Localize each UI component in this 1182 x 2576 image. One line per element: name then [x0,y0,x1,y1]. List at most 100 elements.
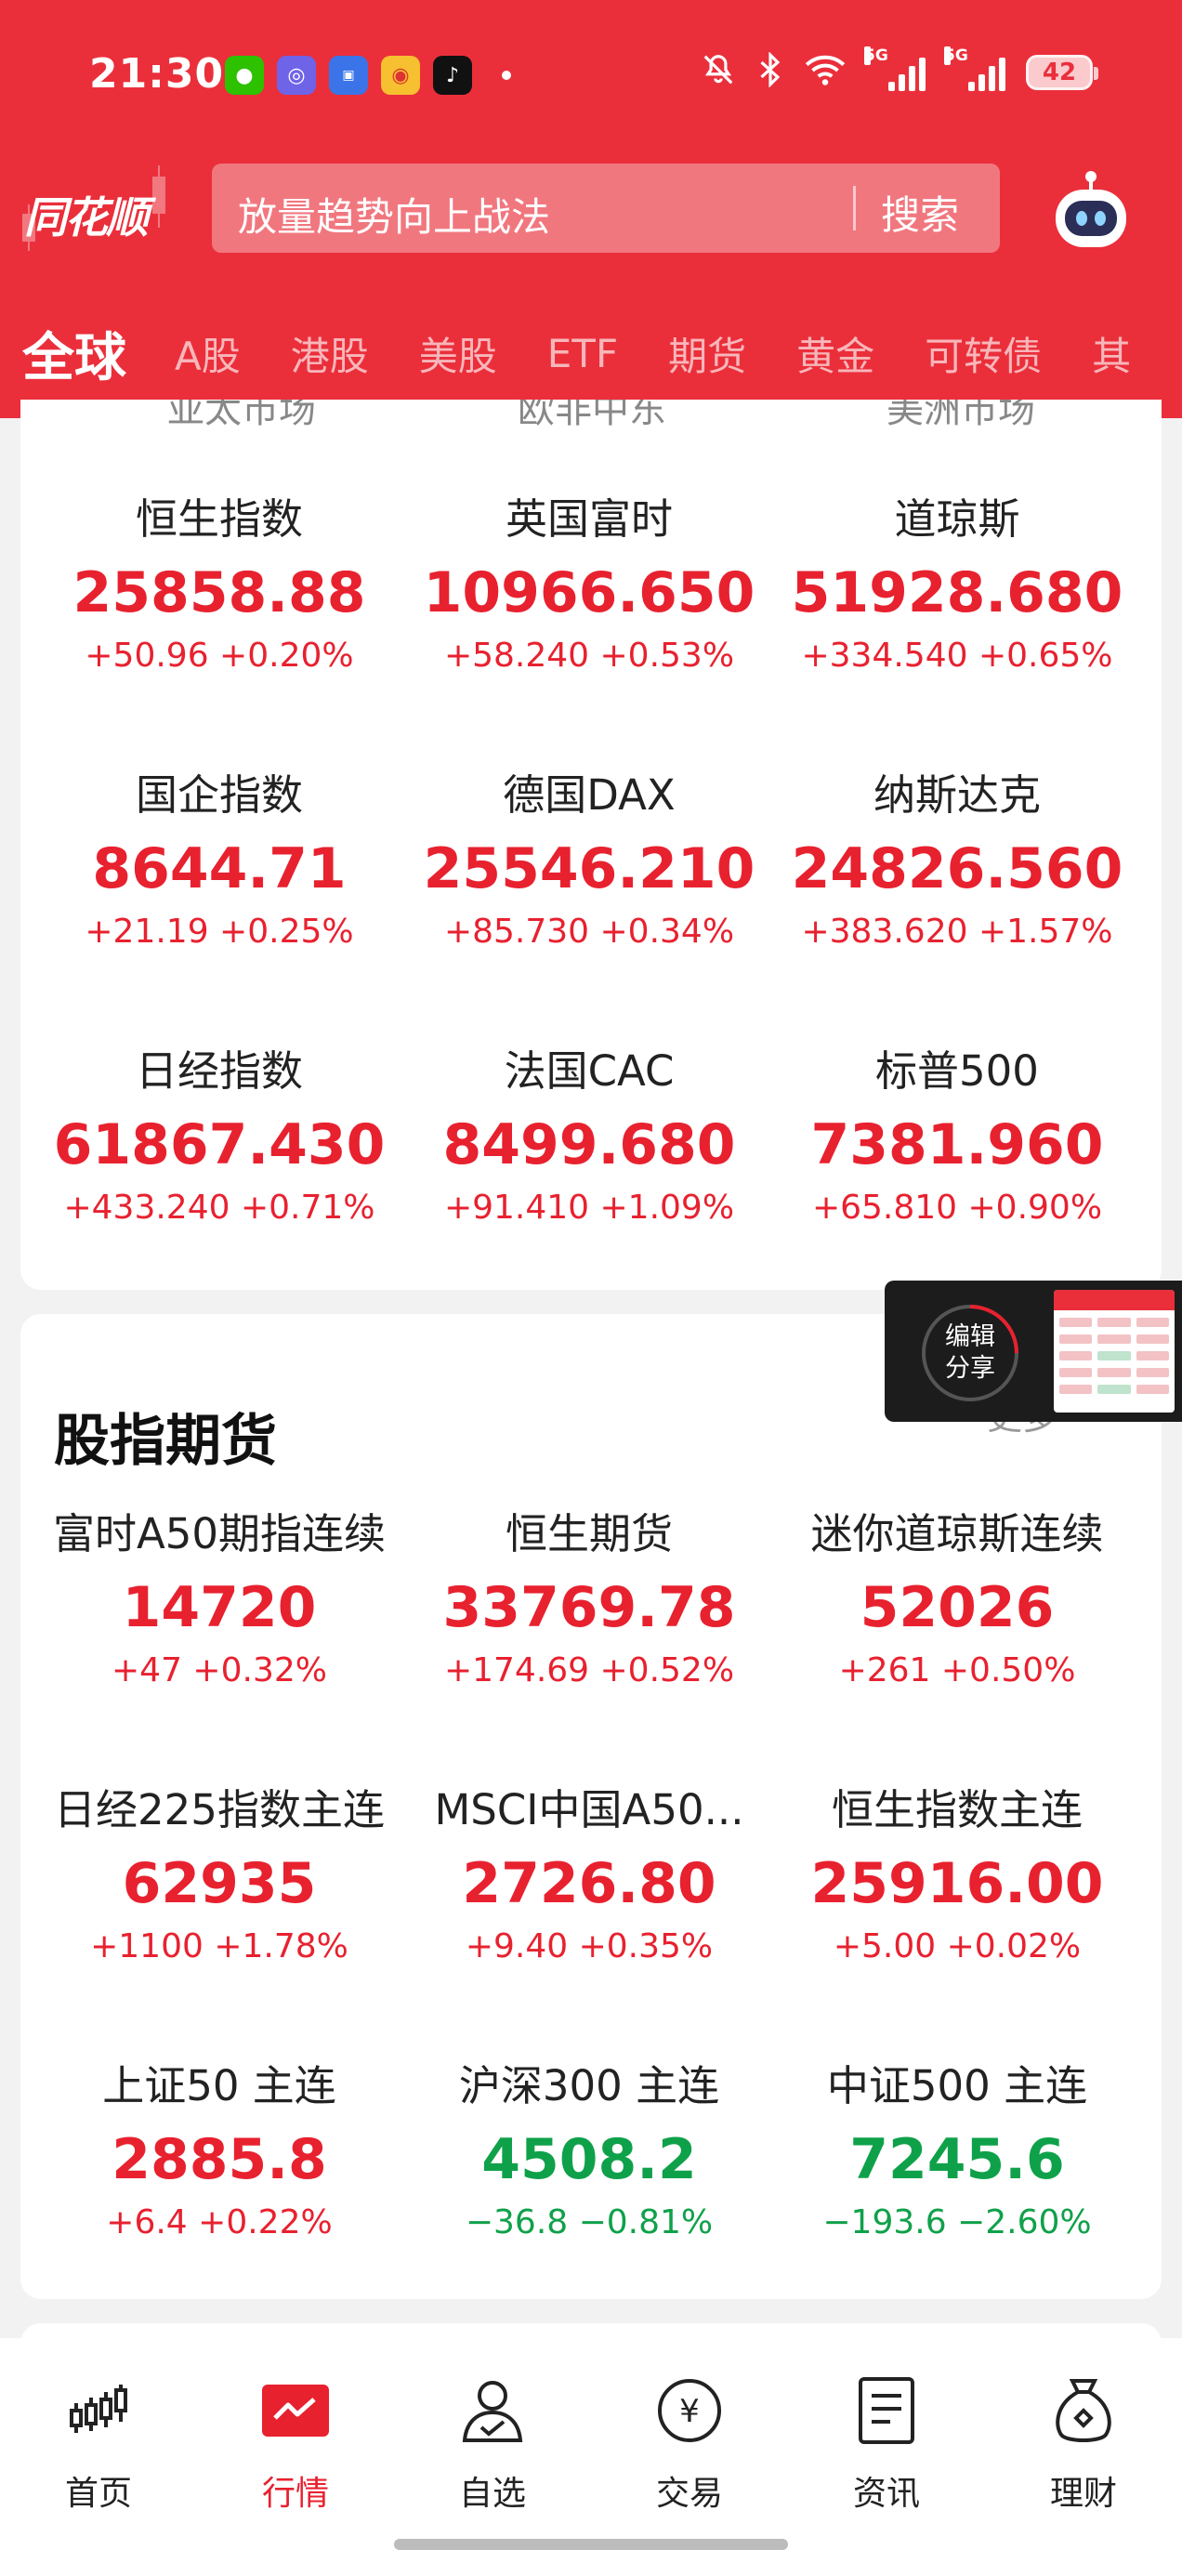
signal-1-icon: 5G [864,46,926,91]
share-label-2: 分享 [945,1354,995,1383]
app-header: 21:30 ● ◎ ▣ ◉ ♪ 5G 5G 42 同花顺 放量趋势向上战法 搜索… [0,0,1182,418]
tiktok-icon: ♪ [433,56,472,95]
more-notifications-dot [502,71,511,80]
app-logo[interactable]: 同花顺 [24,184,149,245]
nav-market[interactable]: 行情 [197,2375,394,2515]
quote-price: 7381.960 [810,1112,1104,1177]
quote-change: +58.240 +0.53% [443,637,735,675]
quote-name: 迷你道琼斯连续 [810,1509,1104,1558]
nav-home[interactable]: 首页 [0,2375,197,2515]
document-icon [859,2377,914,2444]
quote-change: +1100 +1.78% [90,1927,348,1965]
quote-name: 德国DAX [503,770,676,820]
quote-cell[interactable]: 日经225指数主连 62935 +1100 +1.78% [33,1776,405,1965]
quote-cell[interactable]: 道琼斯 51928.680 +334.540 +0.65% [771,485,1143,675]
quote-price: 33769.78 [442,1575,736,1640]
battery-icon: 42 [1026,55,1098,90]
region-label-americas[interactable]: 美洲市场 [821,400,1100,431]
weibo-icon: ◉ [381,56,420,95]
quote-price: 25916.00 [810,1851,1104,1916]
quote-price: 25546.210 [423,836,755,901]
nav-watchlist[interactable]: 自选 [394,2375,591,2515]
wechat-icon: ● [225,56,264,95]
person-check-icon [462,2381,523,2442]
quote-change: +383.620 +1.57% [801,913,1113,951]
quote-change: +65.810 +0.90% [811,1189,1103,1227]
tab-global[interactable]: 全球 [22,316,126,390]
tab-a-shares[interactable]: A股 [175,325,241,382]
quote-name: MSCI中国A50... [434,1785,744,1834]
quote-cell[interactable]: 沪深300 主连 4508.2 −36.8 −0.81% [403,2052,775,2241]
browser-icon: ◎ [277,56,316,95]
quote-name: 标普500 [875,1046,1039,1096]
quote-cell[interactable]: 中证500 主连 7245.6 −193.6 −2.60% [771,2052,1143,2241]
quote-name: 日经225指数主连 [54,1785,385,1834]
status-bar: 21:30 ● ◎ ▣ ◉ ♪ 5G 5G 42 [0,0,1182,153]
quote-cell[interactable]: 恒生指数 25858.88 +50.96 +0.20% [33,485,405,675]
quote-cell[interactable]: 德国DAX 25546.210 +85.730 +0.34% [403,761,775,951]
quote-cell[interactable]: 国企指数 8644.71 +21.19 +0.25% [33,761,405,951]
region-label-apac[interactable]: 亚太市场 [102,400,381,431]
quote-name: 沪深300 主连 [458,2061,720,2110]
quote-name: 中证500 主连 [826,2061,1088,2110]
nav-news[interactable]: 资讯 [788,2375,985,2515]
tab-gold[interactable]: 黄金 [796,325,874,382]
search-button[interactable]: 搜索 [881,184,959,241]
tab-us-stocks[interactable]: 美股 [419,325,497,382]
quote-change: +91.410 +1.09% [443,1189,735,1227]
home-indicator[interactable] [394,2539,788,2550]
quote-cell[interactable]: 上证50 主连 2885.8 +6.4 +0.22% [33,2052,405,2241]
region-label-emea[interactable]: 欧非中东 [453,400,731,431]
quote-change: +261 +0.50% [838,1651,1076,1689]
nav-trade[interactable]: ¥ 交易 [591,2375,788,2515]
tab-other[interactable]: 其 [1092,325,1131,382]
quote-cell[interactable]: 恒生指数主连 25916.00 +5.00 +0.02% [771,1776,1143,1965]
quote-cell[interactable]: 标普500 7381.960 +65.810 +0.90% [771,1037,1143,1227]
chart-candles-icon [70,2385,127,2433]
assistant-robot-icon[interactable] [1048,167,1134,253]
bluetooth-icon [756,51,784,93]
search-bar[interactable]: 放量趋势向上战法 搜索 [212,164,1000,253]
quote-price: 62935 [122,1851,317,1916]
quote-price: 8499.680 [442,1112,736,1177]
quote-cell[interactable]: MSCI中国A50... 2726.80 +9.40 +0.35% [403,1776,775,1965]
yuan-coin-icon: ¥ [658,2379,721,2442]
edit-share-button[interactable]: 编辑 分享 [922,1305,1018,1401]
search-input[interactable]: 放量趋势向上战法 [238,186,550,243]
quote-cell[interactable]: 法国CAC 8499.680 +91.410 +1.09% [403,1037,775,1227]
nav-label: 交易 [655,2475,723,2513]
quote-name: 道琼斯 [894,494,1020,544]
notification-icons: ● ◎ ▣ ◉ ♪ [225,56,511,95]
wifi-icon [805,53,846,92]
market-trend-icon [262,2385,329,2437]
quote-cell[interactable]: 富时A50期指连续 14720 +47 +0.32% [33,1500,405,1689]
tab-hk-stocks[interactable]: 港股 [291,325,369,382]
global-indices-card: 亚太市场 欧非中东 美洲市场 恒生指数 25858.88 +50.96 +0.20%… [20,400,1162,1290]
edit-share-float[interactable]: 编辑 分享 [885,1281,1182,1422]
tab-convertible-bonds[interactable]: 可转债 [925,325,1042,382]
tab-futures[interactable]: 期货 [668,325,746,382]
quote-change: +85.730 +0.34% [443,913,735,951]
quote-name: 纳斯达克 [873,770,1041,820]
screenshot-thumbnail[interactable] [1054,1290,1175,1413]
nav-wealth[interactable]: 理财 [985,2375,1182,2515]
quote-price: 2885.8 [112,2127,327,2192]
quote-change: +174.69 +0.52% [443,1651,735,1689]
quote-name: 恒生指数主连 [831,1785,1083,1834]
quote-price: 24826.560 [791,836,1123,901]
quote-change: +21.19 +0.25% [85,913,354,951]
quote-price: 51928.680 [791,560,1123,625]
quote-name: 法国CAC [504,1046,675,1096]
quote-change: −36.8 −0.81% [465,2203,714,2241]
signal-2-icon: 5G [944,46,1005,91]
quote-cell[interactable]: 恒生期货 33769.78 +174.69 +0.52% [403,1500,775,1689]
status-time: 21:30 [89,50,225,98]
quote-name: 恒生期货 [505,1509,673,1558]
quote-cell[interactable]: 英国富时 10966.650 +58.240 +0.53% [403,485,775,675]
money-bag-icon [1056,2379,1111,2442]
quote-cell[interactable]: 纳斯达克 24826.560 +383.620 +1.57% [771,761,1143,951]
quote-cell[interactable]: 日经指数 61867.430 +433.240 +0.71% [33,1037,405,1227]
quote-cell[interactable]: 迷你道琼斯连续 52026 +261 +0.50% [771,1500,1143,1689]
tab-etf[interactable]: ETF [547,331,618,376]
quote-name: 英国富时 [505,494,673,544]
